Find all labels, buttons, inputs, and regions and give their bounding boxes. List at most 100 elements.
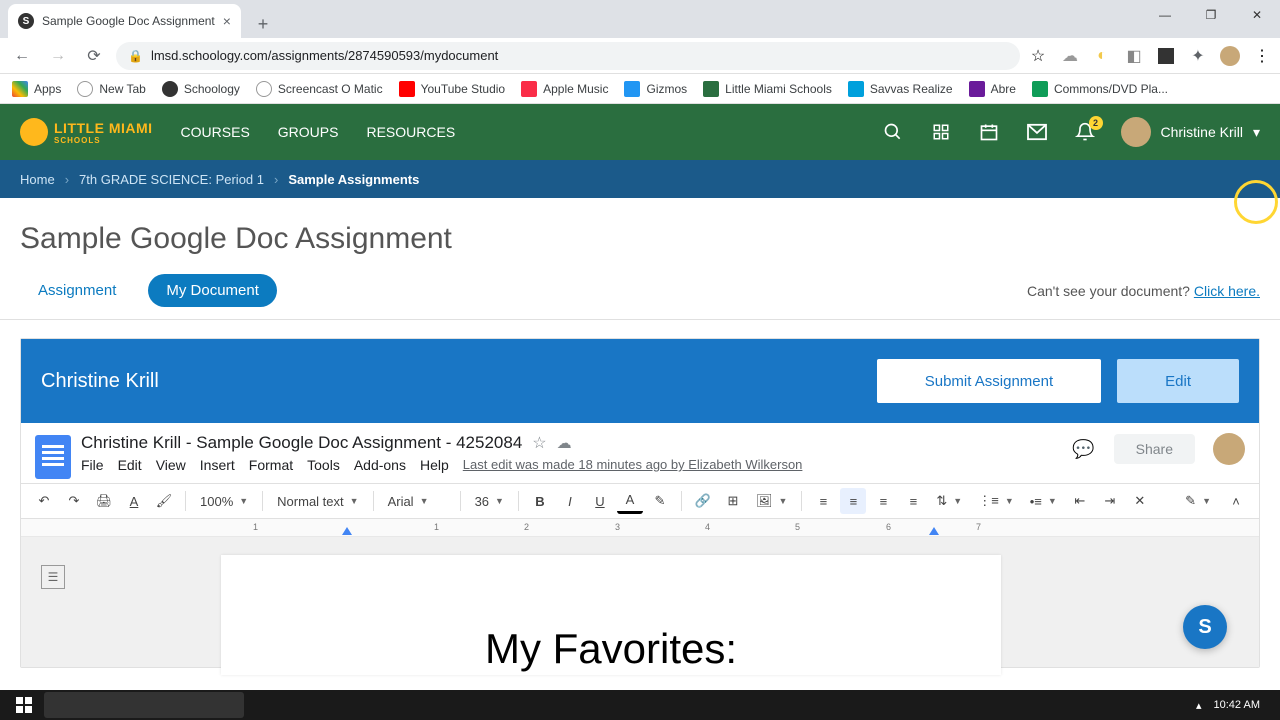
browser-tab[interactable]: S Sample Google Doc Assignment × <box>8 4 241 38</box>
outline-toggle-icon[interactable]: ☰ <box>41 565 65 589</box>
new-tab-button[interactable]: + <box>249 10 277 38</box>
text-color-icon[interactable]: A <box>617 488 643 514</box>
savvas-bookmark[interactable]: Savvas Realize <box>848 81 953 97</box>
right-margin-marker-icon[interactable] <box>929 527 939 535</box>
redo-icon[interactable]: ↷ <box>61 488 87 514</box>
underline-icon[interactable]: U <box>587 488 613 514</box>
link-icon[interactable]: 🔗 <box>690 488 716 514</box>
schoology-fab-icon[interactable]: S <box>1183 605 1227 649</box>
ext2-icon[interactable]: ◧ <box>1124 46 1144 66</box>
clock[interactable]: 10:42 AM <box>1214 699 1260 711</box>
align-center-icon[interactable]: ≡ <box>840 488 866 514</box>
back-button[interactable]: ← <box>8 42 36 70</box>
search-icon[interactable] <box>881 120 905 144</box>
tab-assignment[interactable]: Assignment <box>20 274 134 307</box>
print-icon[interactable]: 🖨 <box>91 488 117 514</box>
last-edit-link[interactable]: Last edit was made 18 minutes ago by Eli… <box>463 457 803 473</box>
add-comment-icon[interactable]: ⊞ <box>720 488 746 514</box>
ext1-icon[interactable]: ◐ <box>1092 46 1112 66</box>
screencast-bookmark[interactable]: Screencast O Matic <box>256 81 383 97</box>
paint-format-icon[interactable]: 🖌 <box>151 488 177 514</box>
search-taskbar-icon[interactable] <box>44 692 244 718</box>
star-icon[interactable]: ☆ <box>532 433 546 453</box>
spellcheck-icon[interactable]: A <box>121 488 147 514</box>
gizmos-bookmark[interactable]: Gizmos <box>624 81 687 97</box>
menu-format[interactable]: Format <box>249 457 293 473</box>
menu-tools[interactable]: Tools <box>307 457 340 473</box>
nav-resources[interactable]: RESOURCES <box>366 124 455 140</box>
italic-icon[interactable]: I <box>557 488 583 514</box>
close-window-button[interactable]: ✕ <box>1234 0 1280 30</box>
close-tab-icon[interactable]: × <box>223 13 231 29</box>
abre-bookmark[interactable]: Abre <box>969 81 1016 97</box>
cloud-ext-icon[interactable]: ☁ <box>1060 46 1080 66</box>
profile-avatar-icon[interactable] <box>1220 46 1240 66</box>
help-link[interactable]: Click here. <box>1194 283 1260 299</box>
chrome-menu-icon[interactable]: ⋮ <box>1252 46 1272 66</box>
miami-bookmark[interactable]: Little Miami Schools <box>703 81 832 97</box>
ruler[interactable]: 1 1 2 3 4 5 6 7 <box>21 519 1259 537</box>
gdoc-avatar-icon[interactable] <box>1213 433 1245 465</box>
editing-mode-icon[interactable]: ✎▼ <box>1179 488 1217 514</box>
numbered-list-icon[interactable]: ⋮≡▼ <box>972 488 1020 514</box>
apps-grid-icon[interactable] <box>929 120 953 144</box>
google-docs-icon[interactable] <box>35 435 71 479</box>
school-logo[interactable]: LITTLE MIAMI SCHOOLS <box>20 118 153 146</box>
cloud-saved-icon[interactable]: ☁ <box>557 434 572 452</box>
menu-file[interactable]: File <box>81 457 104 473</box>
clear-format-icon[interactable]: ✕ <box>1127 488 1153 514</box>
align-left-icon[interactable]: ≡ <box>810 488 836 514</box>
indent-decrease-icon[interactable]: ⇤ <box>1067 488 1093 514</box>
share-button[interactable]: Share <box>1114 434 1195 464</box>
breadcrumb-course[interactable]: 7th GRADE SCIENCE: Period 1 <box>79 172 264 187</box>
schoology-bookmark[interactable]: Schoology <box>162 81 240 97</box>
menu-view[interactable]: View <box>156 457 186 473</box>
collapse-toolbar-icon[interactable]: ˄ <box>1223 488 1249 514</box>
start-button[interactable] <box>8 692 40 718</box>
minimize-button[interactable]: — <box>1142 0 1188 30</box>
submit-assignment-button[interactable]: Submit Assignment <box>877 359 1101 403</box>
font-select[interactable]: Arial▼ <box>382 488 452 514</box>
breadcrumb-home[interactable]: Home <box>20 172 55 187</box>
applemusic-bookmark[interactable]: Apple Music <box>521 81 608 97</box>
style-select[interactable]: Normal text▼ <box>271 488 364 514</box>
menu-addons[interactable]: Add-ons <box>354 457 406 473</box>
mail-icon[interactable] <box>1025 120 1049 144</box>
zoom-select[interactable]: 100%▼ <box>194 488 254 514</box>
user-menu[interactable]: Christine Krill ▾ <box>1121 117 1261 147</box>
menu-edit[interactable]: Edit <box>118 457 142 473</box>
maximize-button[interactable]: ❐ <box>1188 0 1234 30</box>
ext3-icon[interactable] <box>1156 46 1176 66</box>
highlight-icon[interactable]: ✎ <box>647 488 673 514</box>
nav-courses[interactable]: COURSES <box>181 124 250 140</box>
calendar-icon[interactable] <box>977 120 1001 144</box>
youtube-bookmark[interactable]: YouTube Studio <box>399 81 506 97</box>
align-right-icon[interactable]: ≡ <box>870 488 896 514</box>
star-icon[interactable]: ☆ <box>1028 46 1048 66</box>
line-spacing-icon[interactable]: ⇅▼ <box>930 488 968 514</box>
bullet-list-icon[interactable]: •≡▼ <box>1024 488 1063 514</box>
indent-marker-icon[interactable] <box>342 527 352 535</box>
menu-insert[interactable]: Insert <box>200 457 235 473</box>
document-page[interactable]: My Favorites: <box>221 555 1001 675</box>
gdoc-title[interactable]: Christine Krill - Sample Google Doc Assi… <box>81 433 522 453</box>
undo-icon[interactable]: ↶ <box>31 488 57 514</box>
nav-groups[interactable]: GROUPS <box>278 124 339 140</box>
bold-icon[interactable]: B <box>527 488 553 514</box>
tab-my-document[interactable]: My Document <box>148 274 277 307</box>
newtab-bookmark[interactable]: New Tab <box>77 81 145 97</box>
align-justify-icon[interactable]: ≡ <box>900 488 926 514</box>
forward-button[interactable]: → <box>44 42 72 70</box>
apps-bookmark[interactable]: Apps <box>12 81 61 97</box>
comments-icon[interactable]: 💬 <box>1072 437 1096 461</box>
reload-button[interactable]: ⟳ <box>80 42 108 70</box>
indent-increase-icon[interactable]: ⇥ <box>1097 488 1123 514</box>
menu-help[interactable]: Help <box>420 457 449 473</box>
url-input[interactable]: 🔒 lmsd.schoology.com/assignments/2874590… <box>116 42 1020 70</box>
edit-button[interactable]: Edit <box>1117 359 1239 403</box>
font-size-select[interactable]: 36▼ <box>469 488 510 514</box>
image-icon[interactable]: 🖼▼ <box>750 488 793 514</box>
extensions-icon[interactable]: ✦ <box>1188 46 1208 66</box>
tray-icon[interactable]: ▴ <box>1196 699 1202 712</box>
document-canvas[interactable]: ☰ My Favorites: S <box>21 537 1259 667</box>
